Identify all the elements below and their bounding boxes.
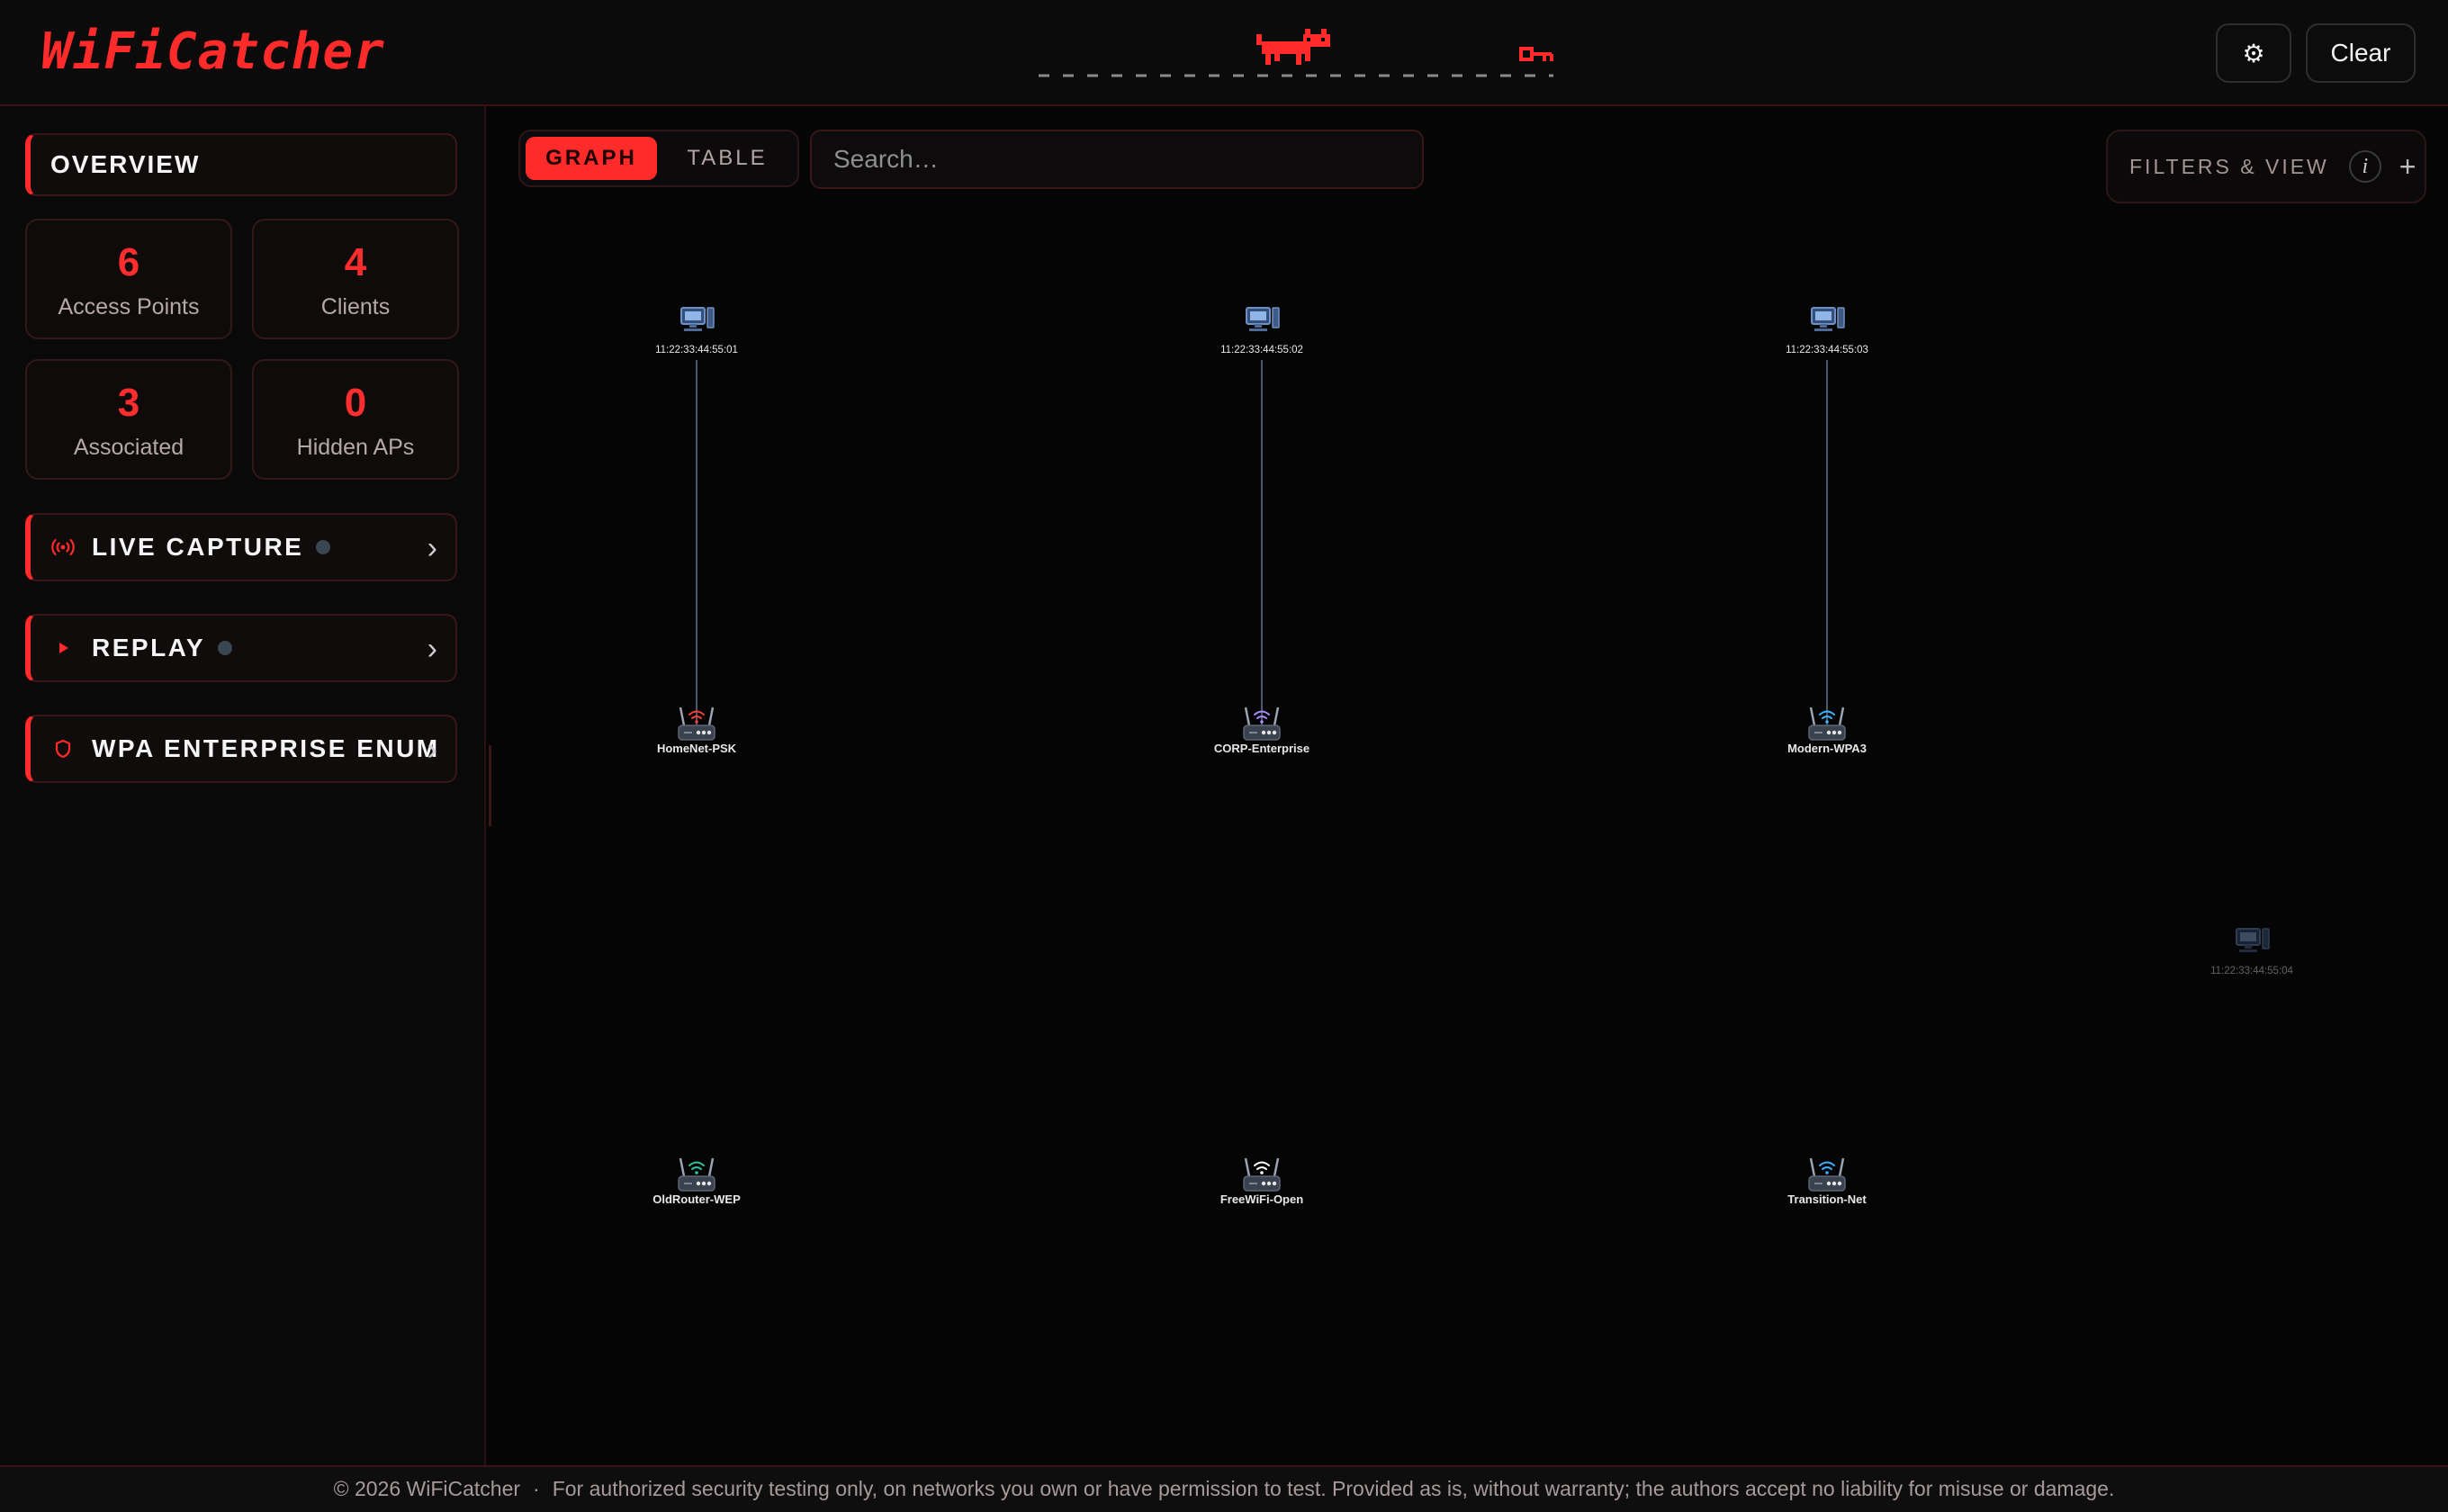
router-icon [1808, 1157, 1846, 1192]
filters-view-button[interactable]: FILTERS & VIEW i + [2106, 130, 2426, 203]
wifi-icon [1819, 1161, 1835, 1174]
live-capture-section[interactable]: LIVE CAPTURE › [25, 513, 457, 581]
stat-clients: 4 Clients [252, 219, 459, 339]
footer: © 2026 WiFiCatcher · For authorized securi… [0, 1465, 2448, 1512]
computer-icon [680, 307, 715, 331]
access-point-node[interactable]: OldRouter-WEP [652, 1157, 741, 1206]
replay-label: REPLAY [92, 634, 206, 662]
client-node[interactable]: 11:22:33:44:55:02 [1220, 307, 1303, 356]
stat-value: 3 [117, 381, 140, 425]
replay-status-dot [218, 641, 233, 655]
stat-label: Access Points [58, 294, 200, 320]
access-point-node[interactable]: FreeWiFi-Open [1220, 1157, 1303, 1206]
client-mac-label: 11:22:33:44:55:02 [1220, 345, 1303, 356]
ap-ssid-label: Modern-WPA3 [1787, 742, 1867, 755]
wpa-enterprise-label: WPA ENTERPRISE ENUM [92, 734, 440, 762]
ap-ssid-label: CORP-Enterprise [1214, 742, 1310, 755]
tab-table[interactable]: TABLE [664, 137, 790, 180]
chevron-right-icon: › [427, 531, 437, 565]
sidebar: OVERVIEW 6 Access Points 4 Clients 3 Ass… [0, 106, 486, 1465]
plus-icon[interactable]: + [2399, 152, 2416, 181]
router-icon [1243, 1157, 1281, 1192]
app-header: WiFiCatcher ⚙ Clear [0, 0, 2448, 106]
access-point-node[interactable]: Transition-Net [1787, 1157, 1867, 1206]
footer-disclaimer: For authorized security testing only, on… [552, 1477, 2115, 1500]
shield-icon [50, 736, 76, 761]
footer-copyright: © 2026 WiFiCatcher [333, 1477, 521, 1500]
info-icon[interactable]: i [2348, 150, 2381, 183]
chevron-right-icon: › [427, 733, 437, 767]
ap-ssid-label: HomeNet-PSK [657, 742, 737, 755]
router-icon [678, 1157, 716, 1192]
overview-header: OVERVIEW [25, 133, 457, 196]
stat-value: 0 [344, 381, 367, 425]
clear-button[interactable]: Clear [2306, 23, 2416, 83]
chevron-right-icon: › [427, 632, 437, 666]
computer-icon [1811, 307, 1845, 331]
stat-associated: 3 Associated [25, 359, 232, 480]
key-icon [1519, 47, 1553, 61]
live-capture-status-dot [316, 540, 331, 554]
client-mac-label: 11:22:33:44:55:04 [2210, 966, 2293, 976]
network-graph[interactable]: 11:22:33:44:55:01 11:22:33:44:55:02 11:22:… [488, 106, 2448, 1465]
client-node[interactable]: 11:22:33:44:55:01 [655, 307, 738, 356]
main-panel: 11:22:33:44:55:01 11:22:33:44:55:02 11:22:… [488, 106, 2448, 1465]
view-toggle: GRAPH TABLE [518, 130, 799, 187]
client-node[interactable]: 11:22:33:44:55:03 [1786, 307, 1868, 356]
broadcast-icon [50, 535, 76, 560]
filters-view-label: FILTERS & VIEW [2129, 154, 2329, 178]
play-icon [50, 635, 76, 661]
computer-icon [2236, 928, 2270, 952]
client-node[interactable]: 11:22:33:44:55:04 [2210, 928, 2294, 976]
ap-ssid-label: OldRouter-WEP [652, 1192, 741, 1206]
footer-separator: · [533, 1477, 540, 1500]
settings-button[interactable]: ⚙ [2216, 23, 2291, 83]
stat-label: Clients [320, 294, 391, 320]
capture-animation [1039, 29, 1553, 77]
app-logo: WiFiCatcher [41, 22, 385, 81]
ap-ssid-label: Transition-Net [1787, 1192, 1867, 1206]
stat-label: Associated [73, 435, 184, 460]
gear-icon: ⚙ [2242, 39, 2265, 68]
wifi-icon [1254, 1161, 1270, 1174]
wifi-icon [688, 1161, 705, 1174]
stat-hidden-aps: 0 Hidden APs [252, 359, 459, 480]
cat-icon [1256, 29, 1330, 65]
replay-section[interactable]: REPLAY › [25, 614, 457, 682]
stat-value: 4 [344, 240, 367, 284]
client-mac-label: 11:22:33:44:55:03 [1786, 345, 1868, 356]
overview-title: OVERVIEW [50, 150, 201, 178]
search-input[interactable] [810, 130, 1424, 189]
ap-ssid-label: FreeWiFi-Open [1220, 1192, 1303, 1206]
live-capture-label: LIVE CAPTURE [92, 533, 304, 561]
stat-value: 6 [117, 240, 140, 284]
tab-graph[interactable]: GRAPH [526, 137, 657, 180]
stat-access-points: 6 Access Points [25, 219, 232, 339]
client-mac-label: 11:22:33:44:55:01 [655, 345, 738, 356]
computer-icon [1246, 307, 1280, 331]
stat-label: Hidden APs [296, 435, 415, 460]
wpa-enterprise-section[interactable]: WPA ENTERPRISE ENUM › [25, 715, 457, 783]
